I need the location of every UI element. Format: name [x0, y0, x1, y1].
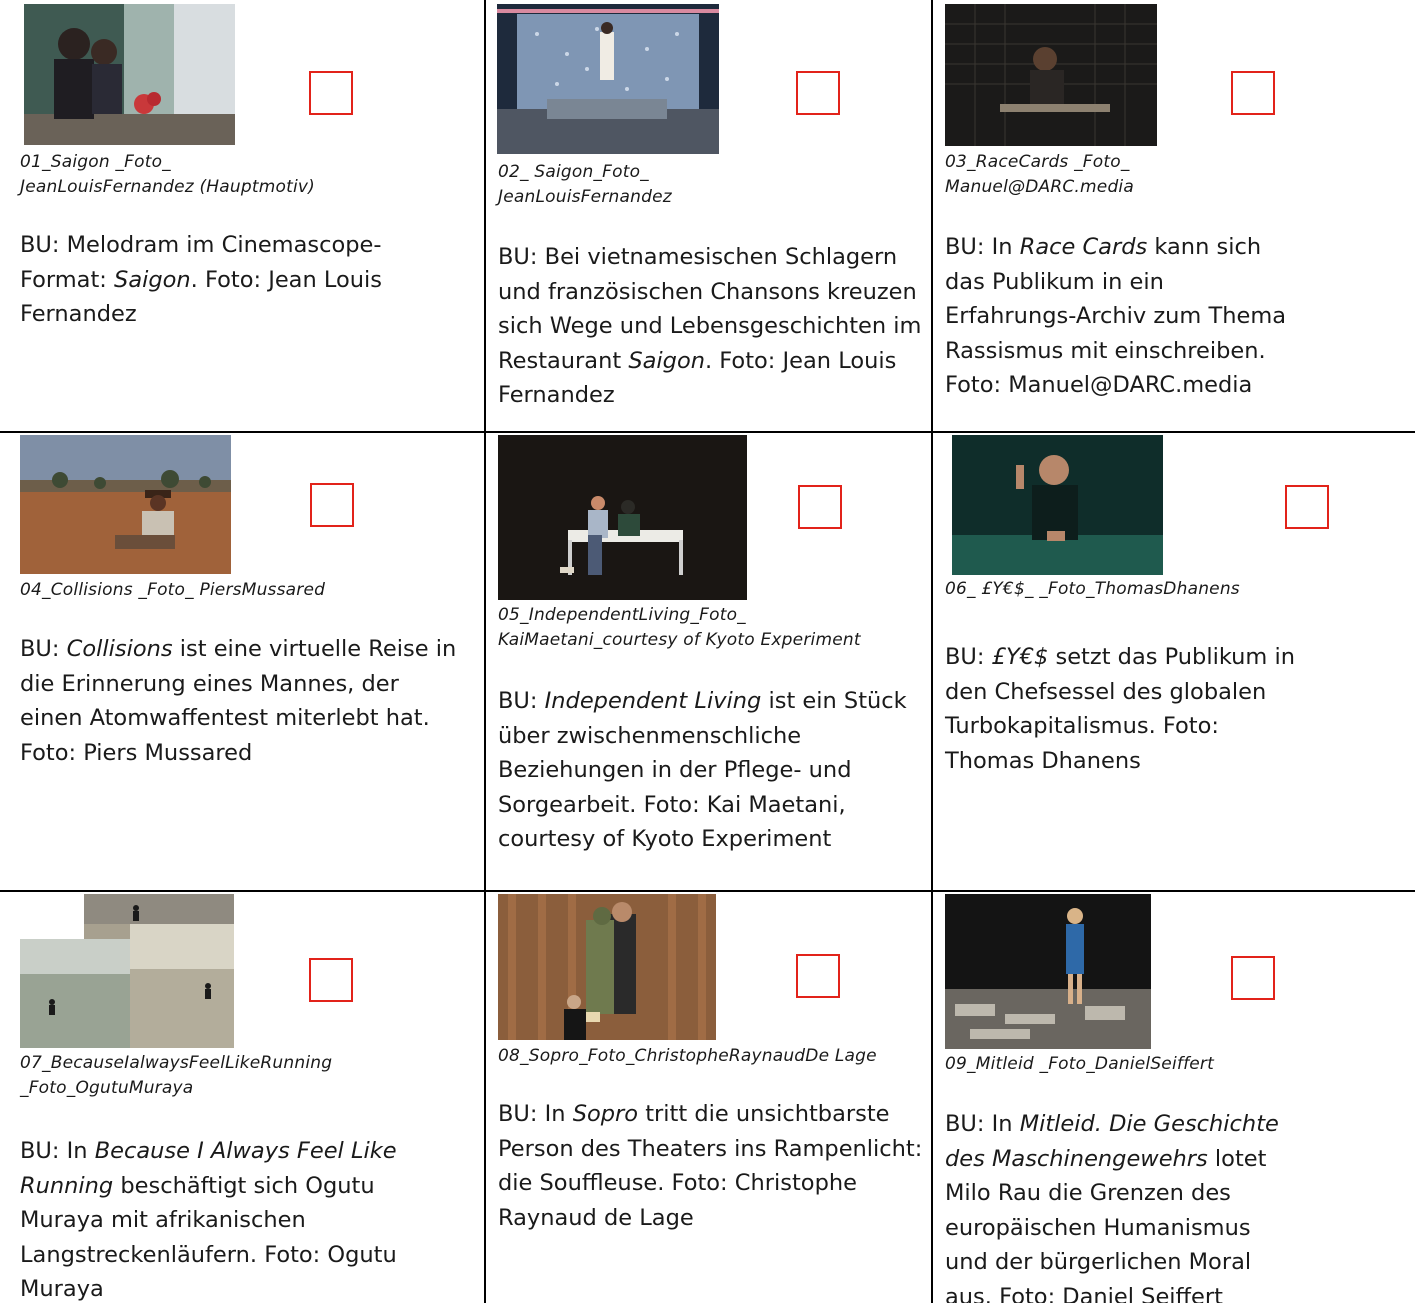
photo-caption: BU: £Y€$ setzt das Publikum in den Chefs…: [945, 644, 1296, 774]
photo-thumbnail-08: [498, 894, 716, 1040]
photo-caption: BU: Independent Living ist ein Stück übe…: [498, 688, 907, 852]
photo-cell-03: 03_RaceCards _Foto_ Manuel@DARC.media BU…: [933, 0, 1415, 431]
photo-caption: BU: Bei vietnamesischen Schlagern und fr…: [498, 244, 922, 408]
photo-caption: BU: Collisions ist eine virtuelle Reise …: [20, 636, 457, 766]
photo-filename: 04_Collisions _Foto_ PiersMussared: [20, 580, 326, 600]
checkbox[interactable]: [310, 483, 354, 527]
checkbox[interactable]: [309, 958, 353, 1002]
photo-filename: 03_RaceCards _Foto_ Manuel@DARC.media: [945, 152, 1134, 197]
photo-caption: BU: In Race Cards kann sich das Publikum…: [945, 234, 1287, 398]
photo-cell-08: 08_Sopro_Foto_ChristopheRaynaudDe Lage B…: [486, 892, 931, 1303]
photo-cell-04: 04_Collisions _Foto_ PiersMussared BU: C…: [0, 433, 484, 890]
photo-filename: 07_BecauseIalwaysFeelLikeRunning _Foto_O…: [20, 1053, 333, 1098]
photo-filename: 08_Sopro_Foto_ChristopheRaynaudDe Lage: [498, 1046, 877, 1066]
photo-thumbnail-02: [497, 4, 719, 154]
photo-cell-06: 06_ £Y€$_ _Foto_ThomasDhanens BU: £Y€$ s…: [933, 433, 1415, 890]
photo-caption-table: 01_Saigon _Foto_ JeanLouisFernandez (Hau…: [0, 0, 1415, 1303]
photo-thumbnail-07: [20, 894, 234, 1048]
photo-cell-01: 01_Saigon _Foto_ JeanLouisFernandez (Hau…: [0, 0, 484, 431]
photo-thumbnail-09: [945, 894, 1151, 1049]
checkbox[interactable]: [798, 485, 842, 529]
photo-caption: BU: Melodram im Cinemascope-Format: Saig…: [20, 232, 383, 327]
checkbox[interactable]: [796, 954, 840, 998]
photo-thumbnail-04: [20, 435, 231, 574]
checkbox[interactable]: [1231, 71, 1275, 115]
photo-caption: BU: In Sopro tritt die unsichtbarste Per…: [498, 1101, 923, 1231]
photo-thumbnail-05: [498, 435, 747, 600]
photo-filename: 02_ Saigon_Foto_ JeanLouisFernandez: [498, 162, 672, 207]
photo-caption: BU: In Mitleid. Die Geschichte des Masch…: [945, 1111, 1279, 1303]
photo-cell-02: 02_ Saigon_Foto_ JeanLouisFernandez BU: …: [486, 0, 931, 431]
photo-cell-05: 05_IndependentLiving_Foto_ KaiMaetani_co…: [486, 433, 931, 890]
photo-thumbnail-01: [24, 4, 235, 145]
photo-cell-09: 09_Mitleid _Foto_DanielSeiffert BU: In M…: [933, 892, 1415, 1303]
checkbox[interactable]: [1285, 485, 1329, 529]
checkbox[interactable]: [309, 71, 353, 115]
checkbox[interactable]: [1231, 956, 1275, 1000]
photo-cell-07: 07_BecauseIalwaysFeelLikeRunning _Foto_O…: [0, 892, 484, 1303]
photo-caption: BU: In Because I Always Feel Like Runnin…: [20, 1138, 397, 1302]
photo-filename: 01_Saigon _Foto_ JeanLouisFernandez (Hau…: [20, 152, 315, 197]
checkbox[interactable]: [796, 71, 840, 115]
photo-thumbnail-03: [945, 4, 1157, 146]
photo-filename: 09_Mitleid _Foto_DanielSeiffert: [945, 1054, 1214, 1074]
photo-thumbnail-06: [952, 435, 1163, 575]
photo-filename: 05_IndependentLiving_Foto_ KaiMaetani_co…: [498, 605, 861, 650]
photo-filename: 06_ £Y€$_ _Foto_ThomasDhanens: [945, 579, 1240, 599]
